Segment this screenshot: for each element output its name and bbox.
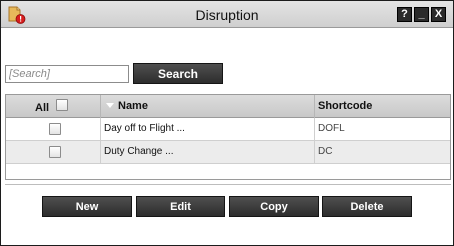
row-check-cell [6, 118, 101, 140]
title-bar[interactable]: Disruption ? _ X [1, 1, 453, 28]
row-name: Day off to Flight ... [102, 118, 315, 140]
search-input[interactable] [5, 65, 129, 83]
row-checkbox[interactable] [49, 146, 61, 158]
close-glyph: X [434, 8, 443, 20]
header-name-label: Name [118, 100, 148, 112]
row-check-cell [6, 141, 101, 163]
header-name[interactable]: Name [102, 95, 315, 118]
row-shortcode: DC [318, 146, 333, 157]
select-all-checkbox[interactable] [56, 99, 68, 111]
search-button[interactable]: Search [133, 63, 223, 84]
header-all: All [6, 95, 101, 118]
header-all-label: All [35, 102, 50, 114]
sort-down-icon [106, 103, 114, 108]
help-glyph: ? [401, 8, 408, 20]
table-row[interactable]: Duty Change ... DC [6, 141, 450, 164]
copy-button[interactable]: Copy [229, 196, 319, 217]
new-button[interactable]: New [42, 196, 132, 217]
header-shortcode-label: Shortcode [318, 100, 373, 112]
minimize-icon[interactable]: _ [414, 7, 429, 22]
row-shortcode: DOFL [318, 123, 345, 134]
disruption-grid: All Name Shortcode Day off to Flight ...… [5, 94, 451, 180]
minimize-glyph: _ [418, 8, 425, 20]
row-checkbox[interactable] [49, 123, 61, 135]
table-row[interactable]: Day off to Flight ... DOFL [6, 118, 450, 141]
disruption-window: Disruption ? _ X Search All Name Shortco… [0, 0, 454, 246]
window-title: Disruption [195, 7, 259, 23]
grid-header: All Name Shortcode [6, 95, 450, 118]
header-shortcode[interactable]: Shortcode [316, 95, 450, 118]
help-icon[interactable]: ? [397, 7, 412, 22]
edit-button[interactable]: Edit [136, 196, 225, 217]
row-name: Duty Change ... [102, 141, 315, 163]
delete-button[interactable]: Delete [322, 196, 412, 217]
divider [5, 184, 451, 185]
close-icon[interactable]: X [431, 7, 446, 22]
